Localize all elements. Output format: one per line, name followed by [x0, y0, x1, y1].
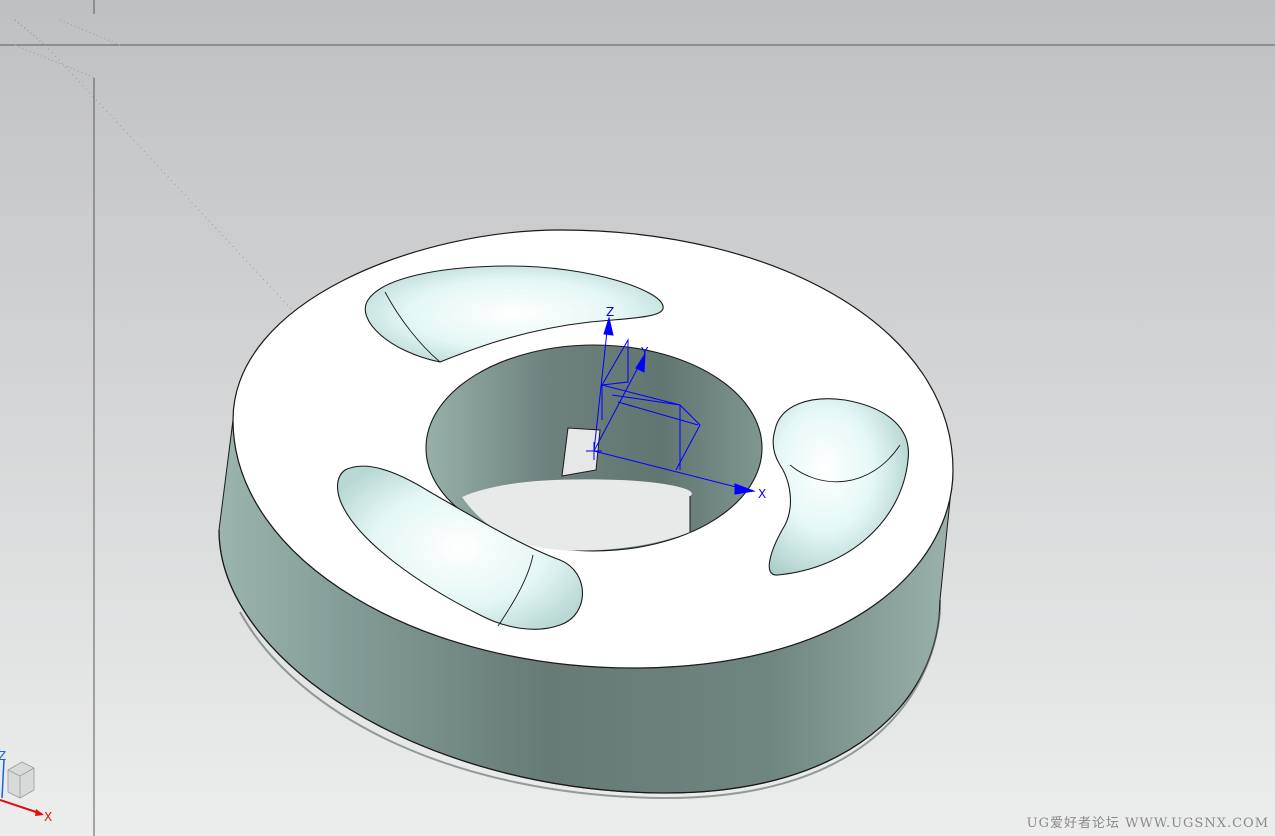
model-scene[interactable]: Z Y X X Z [0, 0, 1275, 836]
triad-x-label: X [44, 810, 52, 824]
triad-z-label: Z [0, 749, 6, 763]
graphics-viewport[interactable]: Z Y X X Z UG爱好者论坛 WWW.UGSNX.COM [0, 0, 1275, 836]
watermark-text: UG爱好者论坛 WWW.UGSNX.COM [1026, 816, 1269, 831]
wcs-x-label: X [758, 487, 766, 501]
wcs-y-label: Y [640, 345, 649, 359]
wcs-z-label: Z [606, 305, 614, 319]
